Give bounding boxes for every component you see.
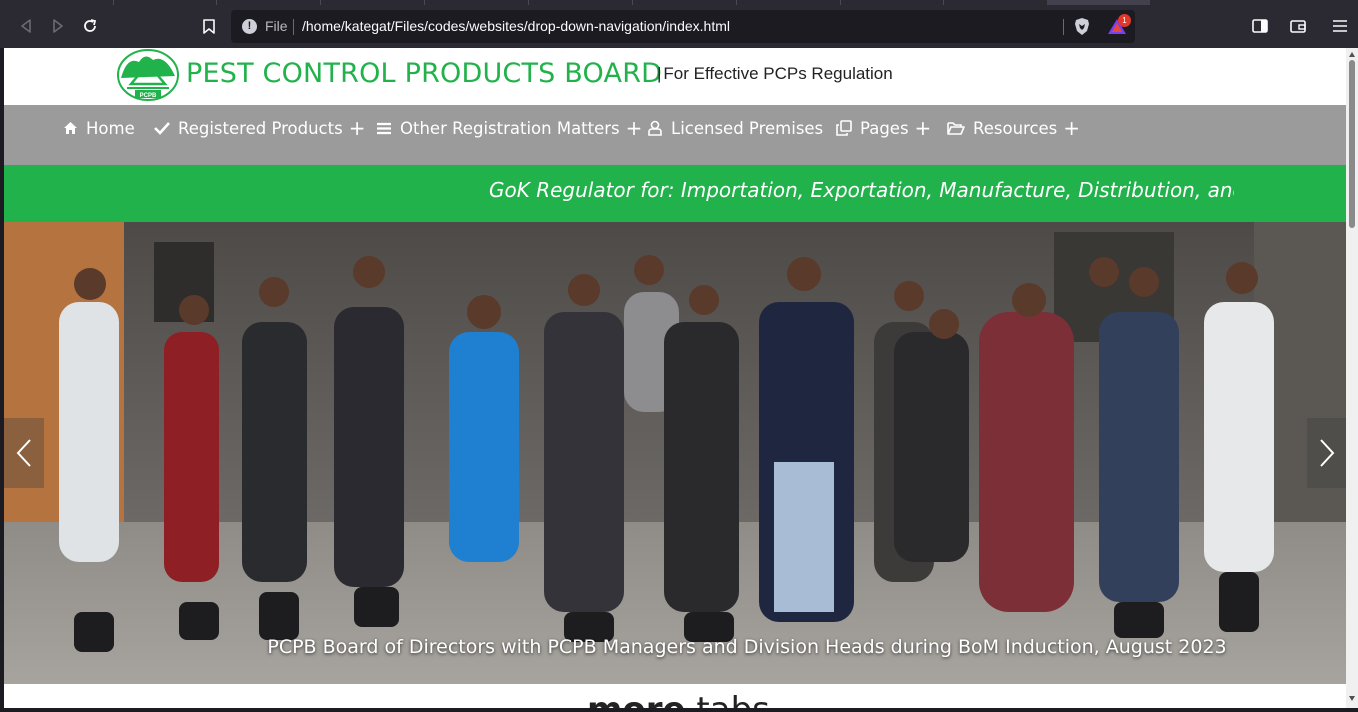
- site-info-icon[interactable]: !: [242, 19, 257, 34]
- url-divider: [293, 19, 294, 35]
- list-icon: [376, 120, 392, 136]
- plus-icon: +: [914, 116, 932, 140]
- chevron-right-icon: [1320, 439, 1335, 467]
- below-fold-section: more tabs: [4, 684, 1346, 708]
- brave-shields-icon[interactable]: [1073, 17, 1091, 36]
- nav-item-other-registration-matters[interactable]: Other Registration Matters +: [376, 117, 642, 139]
- site-title[interactable]: PEST CONTROL PRODUCTS BOARD: [186, 58, 662, 89]
- forward-button[interactable]: [47, 15, 69, 37]
- home-icon: [62, 120, 78, 136]
- svg-text:PCPB: PCPB: [140, 93, 157, 99]
- address-bar[interactable]: ! File /home/kategat/Files/codes/website…: [231, 10, 1135, 43]
- scrollbar-thumb[interactable]: [1349, 60, 1355, 228]
- heading-bold: more: [587, 690, 686, 708]
- nav-label: Licensed Premises: [671, 118, 824, 138]
- site-header: PCPB PEST CONTROL PRODUCTS BOARD | For Ef…: [4, 48, 1346, 105]
- pcpb-logo[interactable]: PCPB: [117, 48, 179, 101]
- site-tagline: | For Effective PCPs Regulation: [657, 64, 893, 84]
- check-icon: [154, 120, 170, 136]
- scroll-up-arrow-icon[interactable]: [1349, 52, 1355, 57]
- menu-button[interactable]: [1330, 16, 1350, 36]
- clone-icon: [836, 120, 852, 136]
- nav-item-home[interactable]: Home: [62, 117, 135, 139]
- carousel-prev-button[interactable]: [4, 418, 44, 488]
- back-button[interactable]: [15, 15, 37, 37]
- wallet-icon: [1290, 20, 1306, 33]
- marquee-banner: GoK Regulator for: Importation, Exportat…: [4, 165, 1346, 222]
- wallet-button[interactable]: [1288, 16, 1308, 36]
- nav-label: Resources: [973, 118, 1058, 138]
- nav-item-registered-products[interactable]: Registered Products +: [154, 117, 365, 139]
- reload-button[interactable]: [79, 15, 101, 37]
- main-navigation: Home Registered Products + Other Registr…: [4, 105, 1346, 165]
- url-divider: [1063, 19, 1064, 35]
- sidebar-icon: [1252, 19, 1268, 33]
- nav-item-resources[interactable]: Resources +: [947, 117, 1080, 139]
- url-scheme: File: [265, 18, 288, 34]
- plus-icon: +: [1063, 116, 1081, 140]
- plus-icon: +: [625, 116, 643, 140]
- marquee-text: GoK Regulator for: Importation, Exportat…: [489, 178, 1234, 202]
- group-photo: [4, 222, 1346, 684]
- nav-label: Home: [86, 118, 135, 138]
- reload-icon: [84, 19, 97, 32]
- forward-icon: [53, 19, 63, 33]
- carousel-next-button[interactable]: [1307, 418, 1346, 488]
- nav-label: Other Registration Matters: [400, 118, 620, 138]
- hamburger-menu-icon: [1333, 20, 1347, 32]
- browser-toolbar: ! File /home/kategat/Files/codes/website…: [0, 5, 1358, 48]
- back-icon: [21, 19, 31, 33]
- nav-item-licensed-premises[interactable]: Licensed Premises: [647, 117, 823, 139]
- heading-rest: tabs: [686, 690, 769, 708]
- bookmark-icon: [203, 18, 215, 34]
- image-carousel: PCPB Board of Directors with PCPB Manage…: [4, 222, 1346, 684]
- rewards-badge: 1: [1118, 14, 1131, 27]
- tagline-separator: |: [657, 64, 662, 83]
- scroll-down-arrow-icon[interactable]: [1349, 696, 1355, 701]
- folder-open-icon: [947, 120, 965, 136]
- section-heading: more tabs: [587, 690, 770, 708]
- carousel-caption: PCPB Board of Directors with PCPB Manage…: [267, 636, 1227, 658]
- window-bottom-border: [0, 708, 1358, 712]
- chevron-left-icon: [16, 439, 31, 467]
- page-viewport: PCPB PEST CONTROL PRODUCTS BOARD | For Ef…: [4, 48, 1346, 708]
- sidebar-toggle-button[interactable]: [1250, 16, 1270, 36]
- nav-label: Registered Products: [178, 118, 343, 138]
- url-text[interactable]: /home/kategat/Files/codes/websites/drop-…: [302, 18, 730, 34]
- plus-icon: +: [348, 116, 366, 140]
- tagline-text: For Effective PCPs Regulation: [663, 64, 893, 83]
- nav-label: Pages: [860, 118, 909, 138]
- bookmark-button[interactable]: [198, 15, 220, 37]
- page-scrollbar[interactable]: [1346, 48, 1358, 708]
- user-icon: [647, 120, 663, 136]
- nav-item-pages[interactable]: Pages +: [836, 117, 931, 139]
